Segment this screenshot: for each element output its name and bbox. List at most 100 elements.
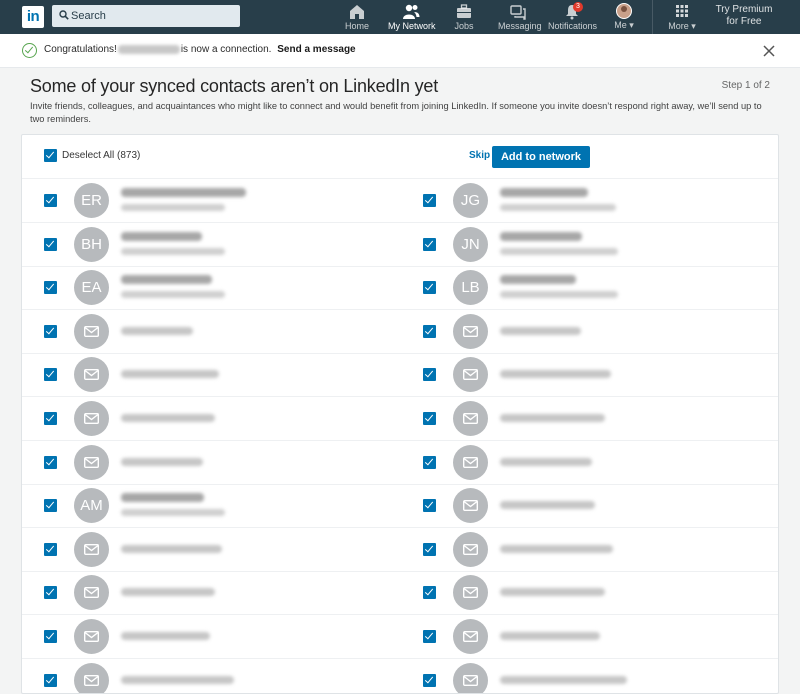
contact-row: AM [22, 484, 778, 529]
contact-item[interactable]: EA [22, 266, 401, 310]
mail-icon [453, 401, 488, 436]
contact-item[interactable] [401, 615, 778, 659]
contacts-card: Deselect All (873) Skip Add to network E… [21, 134, 779, 694]
contact-checkbox[interactable] [423, 673, 436, 687]
contact-initials-avatar: AM [74, 488, 109, 524]
contact-initials-avatar: BH [74, 226, 109, 262]
connection-alert: Congratulations! is now a connection. Sen… [0, 34, 800, 68]
redacted-contact-email [500, 370, 611, 379]
nav-more[interactable]: More ▾ [667, 0, 697, 34]
contact-checkbox[interactable] [423, 412, 436, 425]
contact-item[interactable] [401, 353, 778, 397]
contact-item[interactable] [22, 397, 401, 441]
nav-my-network[interactable]: My Network [388, 0, 436, 34]
redacted-name [117, 44, 180, 54]
contact-item[interactable] [401, 571, 778, 615]
deselect-all-label[interactable]: Deselect All (873) [62, 150, 140, 161]
contact-item[interactable]: LB [401, 266, 778, 310]
contact-item[interactable]: ER [22, 179, 401, 223]
linkedin-logo[interactable]: in [22, 6, 44, 28]
nav-divider [652, 0, 653, 34]
contact-checkbox[interactable] [423, 499, 436, 513]
contact-checkbox[interactable] [423, 455, 436, 469]
contact-checkbox[interactable] [44, 281, 57, 295]
contact-item[interactable] [22, 528, 401, 572]
contact-item[interactable] [401, 659, 778, 693]
contact-item[interactable] [22, 353, 401, 397]
search-input[interactable] [71, 6, 231, 26]
contact-checkbox[interactable] [44, 542, 57, 556]
contact-checkbox[interactable] [44, 412, 57, 425]
contact-checkbox[interactable] [423, 368, 436, 382]
contact-item[interactable] [22, 441, 401, 485]
contact-checkbox[interactable] [423, 237, 436, 251]
contact-item[interactable]: BH [22, 223, 401, 267]
step-indicator: Step 1 of 2 [721, 80, 770, 91]
check-circle-icon [22, 43, 37, 58]
nav-jobs[interactable]: Jobs [454, 0, 474, 34]
nav-more-label: More ▾ [668, 21, 696, 31]
close-icon[interactable] [762, 44, 776, 58]
try-premium-link[interactable]: Try Premium for Free [708, 4, 780, 28]
search-box[interactable] [52, 5, 240, 27]
redacted-contact-detail [121, 291, 225, 299]
contact-initials-avatar: EA [74, 270, 109, 306]
network-icon [403, 4, 420, 19]
redacted-contact-detail [500, 247, 618, 255]
contact-checkbox[interactable] [44, 237, 57, 251]
mail-icon [74, 313, 109, 349]
nav-notifications[interactable]: 3 Notifications [548, 0, 597, 34]
mail-icon [453, 662, 488, 693]
contact-checkbox[interactable] [44, 499, 57, 513]
redacted-contact-name [121, 188, 246, 197]
mail-icon [74, 357, 109, 393]
mail-icon [453, 575, 488, 611]
top-nav: in Home My Network Jobs Messaging 3 Noti… [0, 0, 800, 34]
contact-checkbox[interactable] [423, 542, 436, 556]
contact-checkbox[interactable] [423, 281, 436, 295]
contact-item[interactable] [401, 484, 778, 528]
contact-checkbox[interactable] [44, 630, 57, 643]
contact-row [22, 397, 778, 441]
contact-row [22, 353, 778, 398]
nav-home[interactable]: Home [343, 0, 371, 34]
contact-item[interactable] [401, 528, 778, 572]
redacted-contact-detail [121, 204, 225, 211]
contact-item[interactable]: AM [22, 484, 401, 528]
contact-checkbox[interactable] [423, 586, 436, 600]
alert-message: Congratulations! is now a connection. Sen… [44, 44, 356, 55]
mail-icon [453, 488, 488, 524]
redacted-contact-email [121, 588, 215, 597]
send-message-link[interactable]: Send a message [277, 44, 355, 55]
contact-checkbox[interactable] [423, 324, 436, 338]
contact-checkbox[interactable] [423, 194, 436, 207]
skip-link[interactable]: Skip [469, 150, 490, 161]
contact-item[interactable] [22, 310, 401, 354]
contact-checkbox[interactable] [44, 455, 57, 469]
contact-item[interactable]: JG [401, 179, 778, 223]
contact-checkbox[interactable] [44, 324, 57, 338]
card-header: Deselect All (873) Skip Add to network [22, 135, 778, 179]
contact-item[interactable] [22, 659, 401, 693]
contact-item[interactable] [22, 571, 401, 615]
contact-row: BH JN [22, 223, 778, 267]
contact-checkbox[interactable] [44, 586, 57, 600]
contact-item[interactable] [401, 441, 778, 485]
redacted-contact-detail [500, 204, 616, 211]
contact-item[interactable] [401, 310, 778, 354]
mail-icon [74, 444, 109, 480]
grid-icon [676, 5, 688, 17]
nav-messaging[interactable]: Messaging [498, 0, 542, 34]
add-to-network-button[interactable]: Add to network [492, 146, 590, 168]
contact-checkbox[interactable] [423, 630, 436, 643]
deselect-all-checkbox[interactable] [44, 149, 57, 162]
contact-checkbox[interactable] [44, 194, 57, 207]
redacted-contact-email [121, 544, 222, 553]
contact-item[interactable]: JN [401, 223, 778, 267]
contact-checkbox[interactable] [44, 673, 57, 687]
contact-checkbox[interactable] [44, 368, 57, 382]
nav-me[interactable]: Me ▾ [612, 0, 636, 34]
contact-item[interactable] [22, 615, 401, 659]
contact-item[interactable] [401, 397, 778, 441]
redacted-contact-email [121, 632, 210, 640]
